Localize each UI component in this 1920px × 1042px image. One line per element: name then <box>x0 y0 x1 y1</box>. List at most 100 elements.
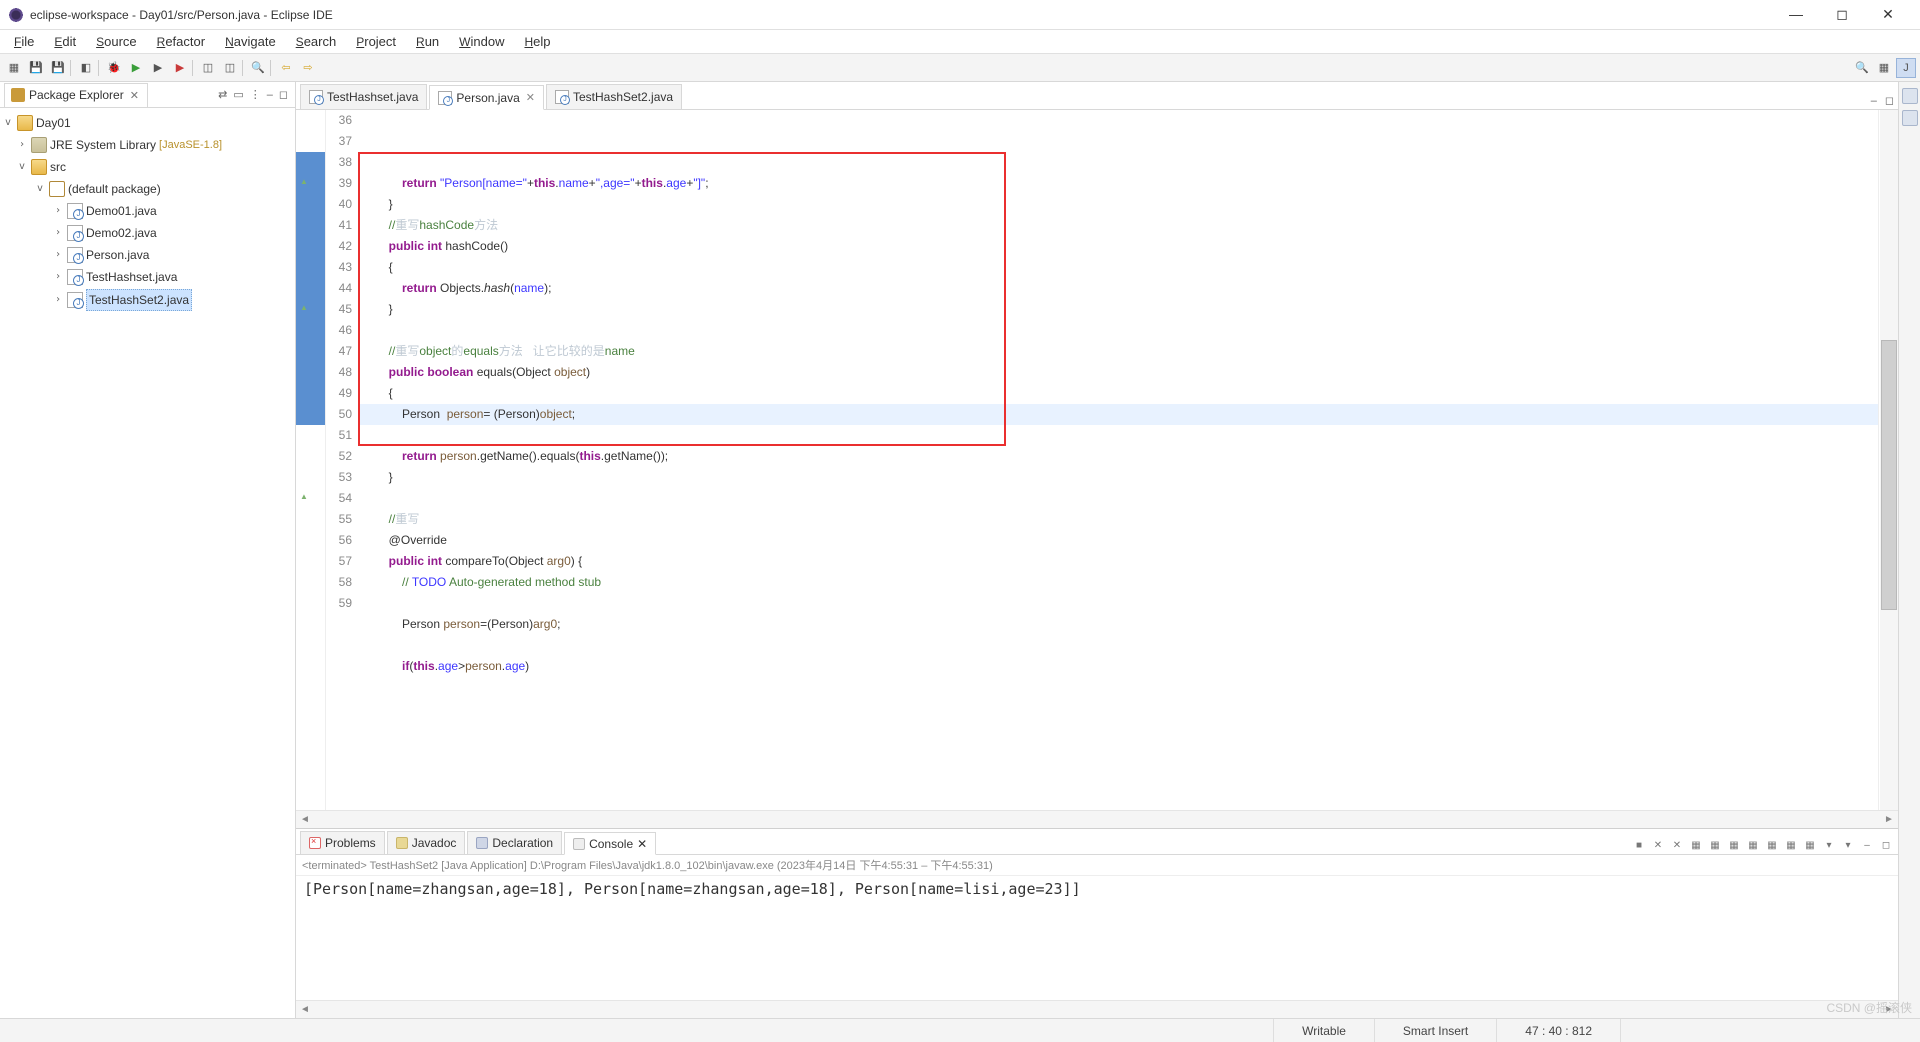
project-icon <box>17 115 33 131</box>
tree-src[interactable]: v src <box>2 156 293 178</box>
src-folder-icon <box>31 159 47 175</box>
minimize-view-icon[interactable]: – <box>1867 93 1881 109</box>
collapse-icon[interactable]: ▭ <box>230 87 246 102</box>
console-toolbar-icon[interactable]: ▦ <box>1726 838 1742 854</box>
run-icon[interactable]: ▶ <box>126 58 146 78</box>
outline-icon[interactable] <box>1902 88 1918 104</box>
close-icon[interactable]: ✕ <box>524 91 535 104</box>
menu-project[interactable]: Project <box>348 32 404 51</box>
new-package-icon[interactable]: ◫ <box>198 58 218 78</box>
tree-package[interactable]: v (default package) <box>2 178 293 200</box>
package-explorer-tab[interactable]: Package Explorer ✕ <box>4 83 148 107</box>
separator <box>192 60 196 76</box>
tasklist-icon[interactable] <box>1902 110 1918 126</box>
window-title: eclipse-workspace - Day01/src/Person.jav… <box>30 8 1780 22</box>
console-toolbar-icon[interactable]: ▦ <box>1764 838 1780 854</box>
console-output[interactable]: [Person[name=zhangsan,age=18], Person[na… <box>296 876 1898 1000</box>
editor-tab[interactable]: Person.java✕ <box>429 85 544 110</box>
bottom-tab-console[interactable]: Console✕ <box>564 832 656 855</box>
overview-ruler[interactable] <box>1878 110 1898 810</box>
tree-jre[interactable]: › JRE System Library [JavaSE-1.8] <box>2 134 293 156</box>
separator <box>98 60 102 76</box>
editor-tab[interactable]: TestHashset.java <box>300 84 427 109</box>
java-perspective-icon[interactable]: J <box>1896 58 1916 78</box>
right-trim <box>1898 82 1920 1018</box>
console-toolbar-icon[interactable]: ◻ <box>1878 838 1894 854</box>
java-file-icon <box>67 225 83 241</box>
tree-file[interactable]: ›Demo02.java <box>2 222 293 244</box>
console-scrollbar[interactable]: ◄► <box>296 1000 1898 1018</box>
console-toolbar-icon[interactable]: ✕ <box>1650 838 1666 854</box>
menu-help[interactable]: Help <box>516 32 558 51</box>
tree-file[interactable]: ›TestHashSet2.java <box>2 288 293 312</box>
editor-tabs: TestHashset.javaPerson.java✕TestHashSet2… <box>296 82 1898 110</box>
close-button[interactable]: ✕ <box>1872 6 1904 23</box>
java-file-icon <box>555 90 569 104</box>
console-toolbar-icon[interactable]: ✕ <box>1669 838 1685 854</box>
coverage-icon[interactable]: ▶ <box>148 58 168 78</box>
problems-icon <box>309 837 321 849</box>
package-explorer-view: Package Explorer ✕ ⇄ ▭ ⋮ – ◻ v Day01 › J… <box>0 82 296 1018</box>
maximize-view-icon[interactable]: ◻ <box>1881 92 1898 109</box>
new-class-icon[interactable]: ◫ <box>220 58 240 78</box>
horizontal-scrollbar[interactable]: ◄► <box>296 810 1898 828</box>
tree-file[interactable]: ›Person.java <box>2 244 293 266</box>
menu-source[interactable]: Source <box>88 32 145 51</box>
link-editor-icon[interactable]: ⇄ <box>215 87 230 102</box>
close-icon[interactable]: ✕ <box>128 89 141 102</box>
debug-icon[interactable]: 🐞 <box>104 58 124 78</box>
console-toolbar-icon[interactable]: ▦ <box>1688 838 1704 854</box>
console-toolbar-icon[interactable]: ▦ <box>1802 838 1818 854</box>
editor-tab[interactable]: TestHashSet2.java <box>546 84 682 109</box>
new-icon[interactable]: ▦ <box>4 58 24 78</box>
console-toolbar-icon[interactable]: ▦ <box>1745 838 1761 854</box>
console-toolbar-icon[interactable]: ▾ <box>1840 838 1856 854</box>
project-tree[interactable]: v Day01 › JRE System Library [JavaSE-1.8… <box>0 108 295 316</box>
bottom-tab-javadoc[interactable]: Javadoc <box>387 831 466 854</box>
open-type-icon[interactable]: ◧ <box>76 58 96 78</box>
maximize-button[interactable]: ◻ <box>1826 6 1858 23</box>
save-icon[interactable]: 💾 <box>26 58 46 78</box>
menu-edit[interactable]: Edit <box>46 32 84 51</box>
console-toolbar-icon[interactable]: ▦ <box>1707 838 1723 854</box>
bottom-panel: ProblemsJavadocDeclarationConsole✕■✕✕▦▦▦… <box>296 828 1898 1018</box>
menu-run[interactable]: Run <box>408 32 447 51</box>
menu-window[interactable]: Window <box>451 32 512 51</box>
search-icon[interactable]: 🔍 <box>248 58 268 78</box>
tree-project[interactable]: v Day01 <box>2 112 293 134</box>
close-icon[interactable]: ✕ <box>637 837 647 851</box>
console-toolbar-icon[interactable]: ▦ <box>1783 838 1799 854</box>
bottom-tabs: ProblemsJavadocDeclarationConsole✕■✕✕▦▦▦… <box>296 829 1898 855</box>
tree-file[interactable]: ›Demo01.java <box>2 200 293 222</box>
console-toolbar-icon[interactable]: ▾ <box>1821 838 1837 854</box>
back-icon[interactable]: ⇦ <box>276 58 296 78</box>
open-perspective-icon[interactable]: ▦ <box>1874 58 1894 78</box>
minimize-view-icon[interactable]: – <box>264 88 276 102</box>
forward-icon[interactable]: ⇨ <box>298 58 318 78</box>
separator <box>270 60 274 76</box>
separator <box>242 60 246 76</box>
titlebar: eclipse-workspace - Day01/src/Person.jav… <box>0 0 1920 30</box>
view-menu-icon[interactable]: ⋮ <box>247 87 264 102</box>
java-file-icon <box>67 247 83 263</box>
quick-access-icon[interactable]: 🔍 <box>1852 58 1872 78</box>
menu-navigate[interactable]: Navigate <box>217 32 284 51</box>
ext-tools-icon[interactable]: ▶ <box>170 58 190 78</box>
bottom-tab-declaration[interactable]: Declaration <box>467 831 562 854</box>
menu-file[interactable]: File <box>6 32 42 51</box>
tree-file[interactable]: ›TestHashset.java <box>2 266 293 288</box>
bottom-tab-problems[interactable]: Problems <box>300 831 385 854</box>
menu-refactor[interactable]: Refactor <box>149 32 213 51</box>
console-toolbar-icon[interactable]: – <box>1859 838 1875 854</box>
console-icon <box>573 838 585 850</box>
console-toolbar-icon[interactable]: ■ <box>1631 838 1647 854</box>
minimize-button[interactable]: — <box>1780 6 1812 23</box>
statusbar: Writable Smart Insert 47 : 40 : 812 <box>0 1018 1920 1042</box>
editor-area: TestHashset.javaPerson.java✕TestHashSet2… <box>296 82 1898 1018</box>
save-all-icon[interactable]: 💾 <box>48 58 68 78</box>
code-editor[interactable]: 3637383940414243444546474849505152535455… <box>296 110 1898 810</box>
maximize-view-icon[interactable]: ◻ <box>276 87 291 102</box>
javadoc-icon <box>396 837 408 849</box>
menu-search[interactable]: Search <box>288 32 345 51</box>
library-icon <box>31 137 47 153</box>
